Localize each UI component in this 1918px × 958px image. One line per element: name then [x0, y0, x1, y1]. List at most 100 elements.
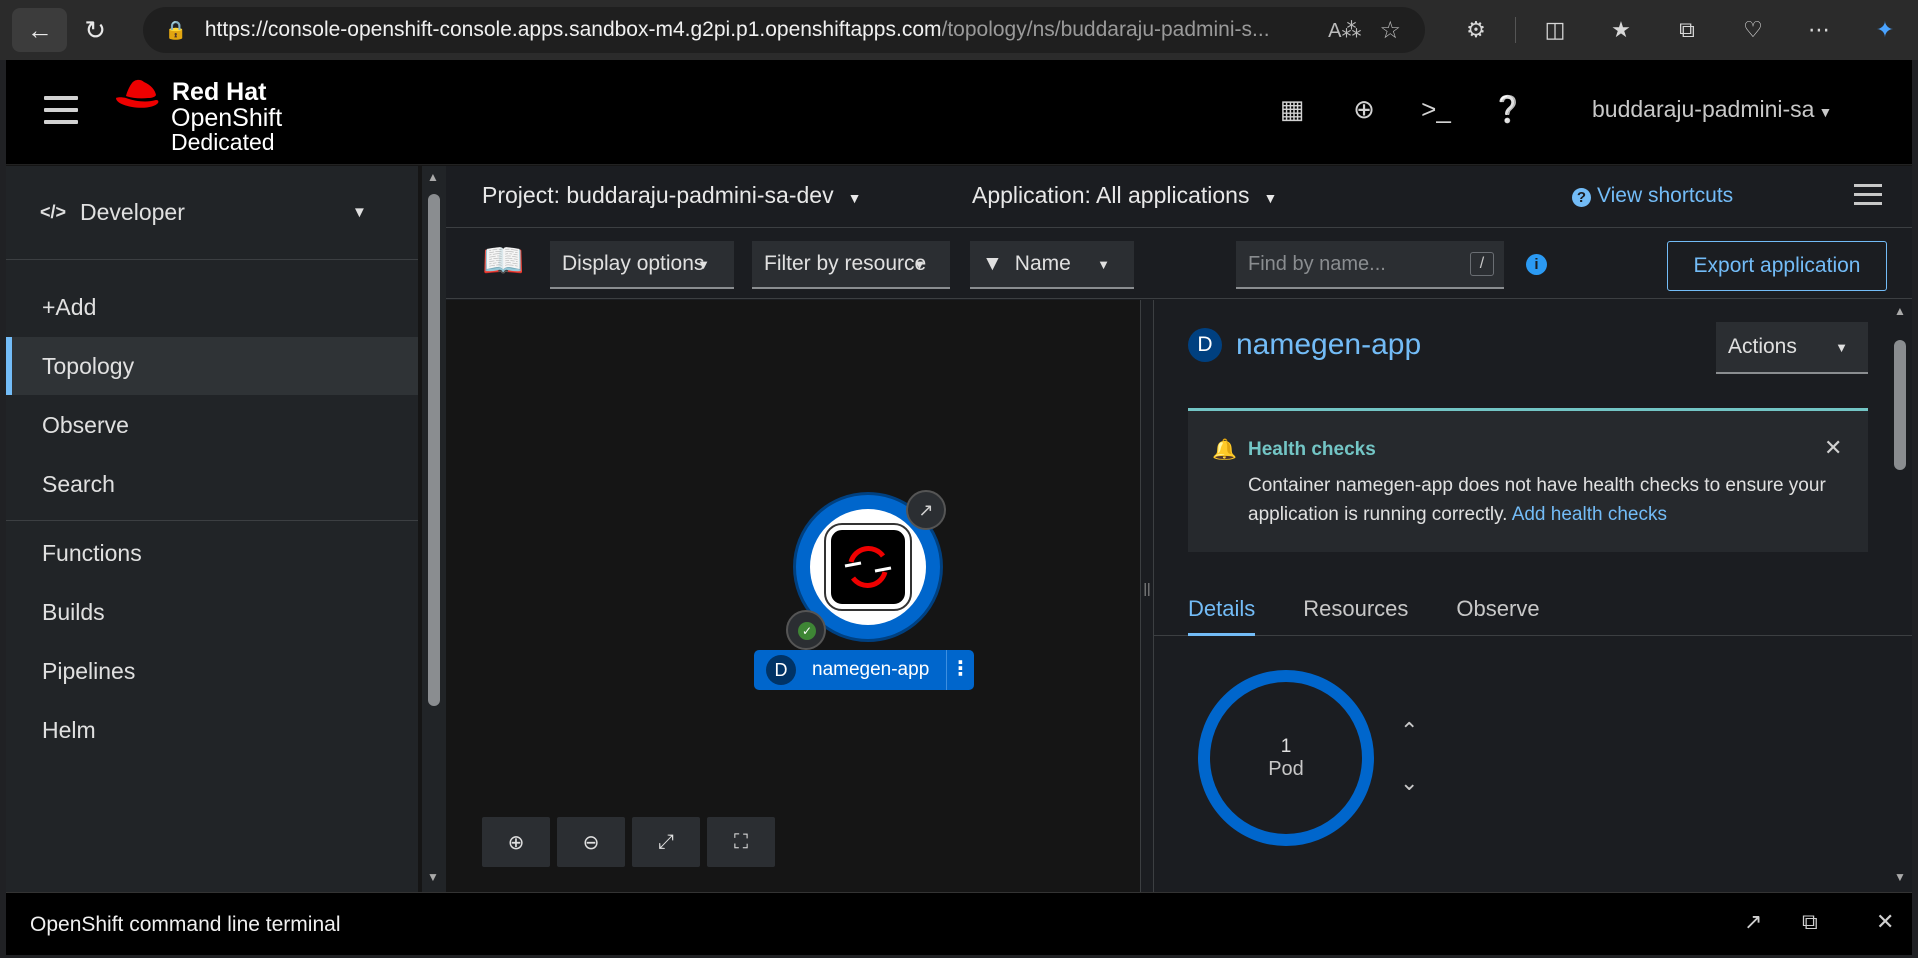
sidebar-item-pipelines[interactable]: Pipelines — [6, 642, 418, 700]
sidebar-item-helm[interactable]: Helm — [6, 701, 418, 759]
sidebar-scrollbar[interactable]: ▲ ▼ — [422, 166, 446, 892]
more-icon[interactable]: ⋯ — [1786, 8, 1852, 52]
zoom-in-icon[interactable]: ⊕ — [482, 817, 550, 867]
address-bar[interactable]: 🔒 https://console-openshift-console.apps… — [142, 7, 1425, 53]
perspective-switcher[interactable]: </> Developer ▼ — [6, 166, 418, 260]
scale-up-icon[interactable]: ⌃ — [1400, 718, 1418, 744]
open-in-new-tab-icon[interactable]: ↗ — [1744, 909, 1762, 935]
zoom-out-icon[interactable]: ⊖ — [557, 817, 625, 867]
caret-down-icon: ▼ — [697, 256, 710, 272]
close-icon[interactable]: ✕ — [1876, 909, 1894, 935]
sidebar-item-topology[interactable]: Topology — [6, 337, 418, 395]
add-health-checks-link[interactable]: Add health checks — [1512, 504, 1667, 525]
split-screen-icon[interactable]: ◫ — [1522, 8, 1588, 52]
terminal-title: OpenShift command line terminal — [30, 913, 341, 936]
topology-toolbar: 📖 Display options ▼ Filter by resource ▼ ▼… — [446, 229, 1912, 299]
caret-down-icon: ▼ — [913, 256, 926, 272]
caret-down-icon: ▼ — [847, 190, 862, 206]
read-aloud-icon[interactable]: A⁂ — [1328, 18, 1361, 43]
openshift-swirl-icon — [844, 546, 892, 588]
sidebar-item-observe[interactable]: Observe — [6, 396, 418, 454]
health-checks-alert: 🔔 Health checks ✕ Container namegen-app … — [1188, 408, 1868, 552]
back-icon[interactable]: ← — [12, 8, 68, 52]
app-launcher-grid-icon[interactable]: ▦ — [1256, 94, 1328, 125]
actions-dropdown[interactable]: Actions ▼ — [1716, 322, 1868, 374]
favorites-icon[interactable]: ★ — [1588, 8, 1654, 52]
panel-resize-handle[interactable]: || — [1140, 300, 1154, 892]
pod-count: 1 — [1280, 735, 1292, 757]
project-label: Project: buddaraju-padmini-sa-dev — [482, 182, 834, 208]
help-icon[interactable]: ❔ — [1472, 94, 1544, 125]
scroll-up-icon[interactable]: ▲ — [427, 170, 439, 184]
node-label[interactable]: D namegen-app ⋮ — [754, 650, 974, 690]
cloud-shell-bar: OpenShift command line terminal ↗ ⧉ ✕ — [6, 892, 1912, 955]
close-icon[interactable]: ✕ — [1824, 435, 1842, 461]
application-label: Application: All applications — [972, 182, 1250, 208]
sidebar-item-search[interactable]: Search — [6, 455, 418, 513]
application-selector[interactable]: Application: All applications ▼ — [972, 182, 1277, 209]
caret-down-icon: ▼ — [1818, 104, 1833, 120]
extensions-icon[interactable]: ⚙ — [1443, 8, 1509, 52]
panel-tabs: Details Resources Observe — [1154, 582, 1912, 636]
scale-down-icon[interactable]: ⌄ — [1400, 770, 1418, 796]
resource-side-panel: D namegen-app Actions ▼ 🔔 Health checks ✕… — [1154, 300, 1912, 892]
filter-icon: ▼ — [982, 252, 1003, 275]
browser-essentials-icon[interactable]: ♡ — [1720, 8, 1786, 52]
refresh-icon[interactable]: ↻ — [67, 8, 122, 52]
keyboard-shortcut-hint: / — [1470, 252, 1494, 276]
external-link-icon[interactable]: ↗ — [906, 490, 946, 530]
tab-observe[interactable]: Observe — [1456, 582, 1539, 636]
info-icon[interactable]: i — [1526, 254, 1547, 275]
sidebar-item-project[interactable]: Project — [6, 760, 418, 770]
user-name: buddaraju-padmini-sa — [1592, 96, 1815, 122]
quick-search-book-icon[interactable]: 📖 — [482, 241, 524, 281]
caret-down-icon: ▼ — [1097, 256, 1110, 272]
terminal-icon[interactable]: >_ — [1400, 94, 1472, 125]
masthead-tools: ▦ ⊕ >_ ❔ — [1256, 94, 1544, 125]
actions-label: Actions — [1728, 335, 1797, 358]
sidebar-item-functions[interactable]: Functions — [6, 524, 418, 582]
filter-type-dropdown[interactable]: ▼ Name ▼ — [970, 241, 1134, 289]
display-options-dropdown[interactable]: Display options ▼ — [550, 241, 734, 289]
scroll-thumb[interactable] — [428, 194, 440, 706]
scroll-down-icon[interactable]: ▼ — [427, 870, 439, 884]
fit-to-screen-icon[interactable]: ⤢ — [632, 817, 700, 867]
brand-line-3: Dedicated — [171, 129, 275, 155]
hamburger-menu-icon[interactable] — [44, 96, 78, 132]
project-selector[interactable]: Project: buddaraju-padmini-sa-dev ▼ — [482, 182, 861, 209]
kebab-menu-icon[interactable]: ⋮ — [946, 650, 974, 690]
scroll-down-icon[interactable]: ▼ — [1894, 870, 1906, 884]
resource-name-link[interactable]: namegen-app — [1236, 328, 1421, 362]
copilot-icon[interactable]: ✦ — [1852, 8, 1918, 52]
sidebar-item-builds[interactable]: Builds — [6, 583, 418, 641]
shortcuts-label: View shortcuts — [1597, 184, 1734, 207]
alert-title: Health checks — [1248, 439, 1376, 460]
favorite-star-icon[interactable]: ☆ — [1379, 16, 1401, 45]
user-menu[interactable]: buddaraju-padmini-sa ▼ — [1592, 96, 1832, 123]
url-host: https://console-openshift-console.apps.s… — [204, 18, 942, 41]
caret-down-icon: ▼ — [1835, 339, 1848, 355]
browser-toolbar: ← ↻ 🔒 https://console-openshift-console.… — [0, 0, 1918, 60]
import-plus-icon[interactable]: ⊕ — [1328, 94, 1400, 125]
node-inner-circle — [810, 509, 926, 625]
restore-icon[interactable]: ⧉ — [1802, 909, 1818, 935]
sidebar-item-add[interactable]: +Add — [6, 278, 418, 336]
export-application-button[interactable]: Export application — [1667, 241, 1887, 291]
scroll-up-icon[interactable]: ▲ — [1894, 304, 1906, 318]
tab-details[interactable]: Details — [1188, 582, 1256, 636]
filter-by-resource-dropdown[interactable]: Filter by resource ▼ — [752, 241, 950, 289]
list-view-icon[interactable] — [1854, 184, 1882, 211]
bell-icon: 🔔 — [1212, 439, 1237, 461]
scroll-thumb[interactable] — [1894, 340, 1906, 470]
pod-ring: 1 Pod — [1198, 670, 1374, 846]
tab-resources[interactable]: Resources — [1303, 582, 1408, 636]
reset-view-icon[interactable]: ⛶ — [707, 817, 775, 867]
red-hat-icon — [116, 79, 159, 108]
topology-canvas[interactable]: ↗ ✓ D namegen-app ⋮ ⊕ ⊖ ⤢ ⛶ — [446, 300, 1140, 892]
build-status-decorator[interactable]: ✓ — [786, 610, 826, 650]
view-shortcuts-link[interactable]: ? View shortcuts — [1572, 184, 1733, 208]
find-by-name-input[interactable]: Find by name... / — [1236, 241, 1504, 289]
collections-icon[interactable]: ⧉ — [1654, 8, 1720, 52]
node-name: namegen-app — [812, 659, 930, 680]
panel-scrollbar[interactable]: ▲ ▼ — [1888, 300, 1912, 892]
